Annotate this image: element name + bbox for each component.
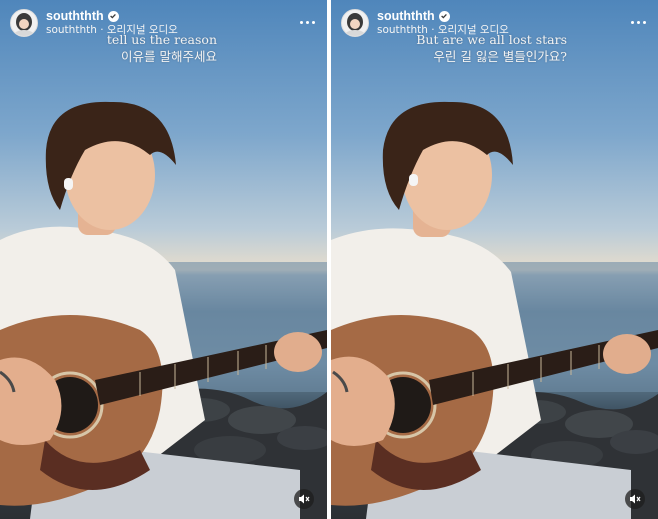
video-frame-scene [0, 101, 327, 519]
avatar[interactable] [341, 9, 369, 37]
username[interactable]: souththth [377, 9, 435, 23]
speaker-muted-icon[interactable] [294, 489, 314, 509]
verified-badge-icon [438, 10, 450, 22]
username-row: souththth [46, 9, 178, 23]
video-post-right[interactable]: souththth souththth · 오리지널 오디오 But are w… [331, 0, 658, 519]
avatar[interactable] [10, 9, 38, 37]
video-post-left[interactable]: souththth souththth · 오리지널 오디오 tell us t… [0, 0, 327, 519]
verified-badge-icon [107, 10, 119, 22]
subtitle-line-english: But are we all lost stars [416, 32, 567, 47]
subtitle: But are we all lost stars 우린 길 잃은 별들인가요? [416, 31, 567, 65]
video-frame-scene [331, 101, 658, 519]
username-row: souththth [377, 9, 509, 23]
speaker-muted-icon[interactable] [625, 489, 645, 509]
more-options-icon[interactable] [628, 15, 648, 29]
subtitle-line-korean: 우린 길 잃은 별들인가요? [433, 49, 567, 64]
subtitle-line-korean: 이유를 말해주세요 [121, 49, 217, 64]
subtitle: tell us the reason 이유를 말해주세요 [107, 31, 217, 65]
more-options-icon[interactable] [297, 15, 317, 29]
username[interactable]: souththth [46, 9, 104, 23]
subtitle-line-english: tell us the reason [106, 32, 217, 47]
